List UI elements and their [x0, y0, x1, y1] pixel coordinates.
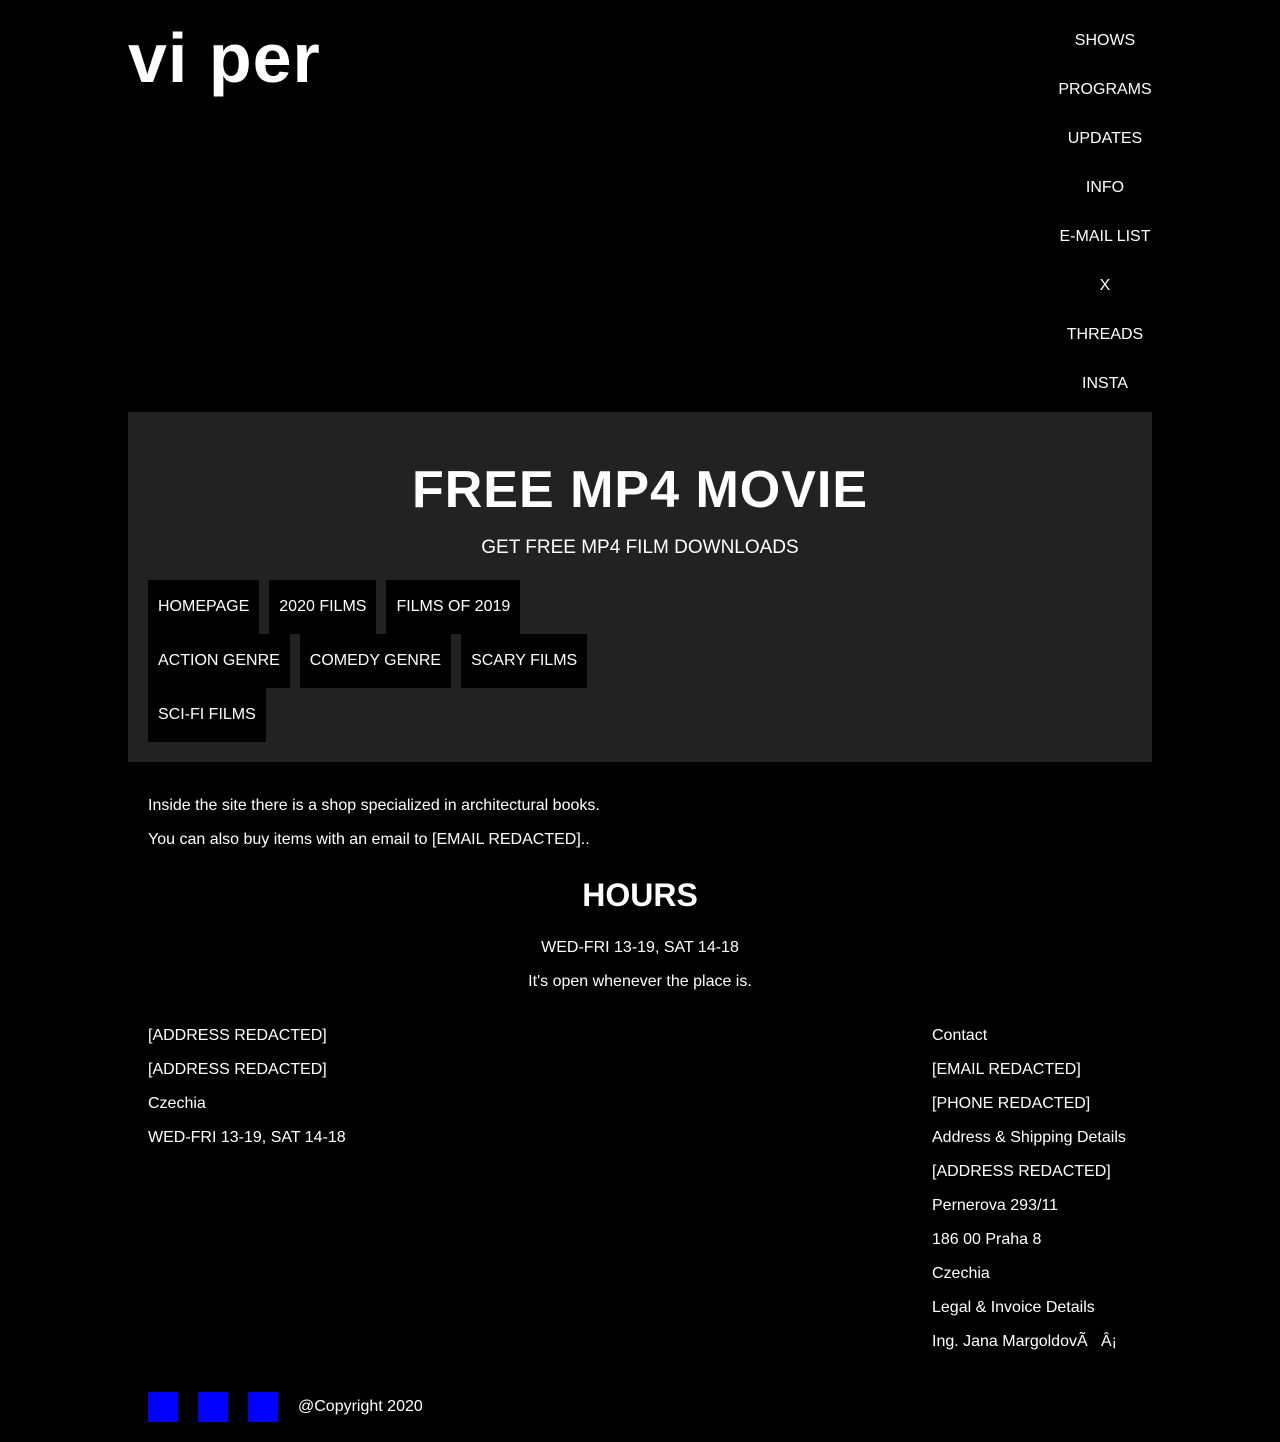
social-icon-2[interactable]	[198, 1392, 228, 1422]
shipping-country: Czechia	[932, 1265, 990, 1282]
contact-email[interactable]: [EMAIL REDACTED]	[932, 1060, 1152, 1094]
category-action-genre[interactable]: ACTION GENRE	[148, 634, 290, 688]
category-comedy-genre[interactable]: COMEDY GENRE	[299, 634, 452, 688]
social-icon-1[interactable]	[148, 1392, 178, 1422]
copyright-text: @Copyright 2020	[298, 1398, 423, 1415]
site-logo[interactable]: vi per	[128, 18, 321, 98]
nav-programs[interactable]: PROGRAMS	[1058, 65, 1152, 114]
nav-info[interactable]: INFO	[1058, 163, 1152, 212]
category-nav-row: ACTION GENRE COMEDY GENRE SCARY FILMS	[148, 634, 1152, 688]
nav-x[interactable]: X	[1058, 261, 1152, 310]
category-2020-films[interactable]: 2020 FILMS	[269, 580, 377, 634]
hours-heading: HOURS	[582, 877, 698, 913]
category-nav-row: HOMEPAGE 2020 FILMS FILMS OF 2019	[148, 580, 1152, 634]
category-nav: HOMEPAGE 2020 FILMS FILMS OF 2019 ACTION…	[148, 580, 1152, 742]
address-country: Czechia	[148, 1095, 206, 1112]
contact-heading: Contact	[932, 1027, 988, 1044]
address-column: [ADDRESS REDACTED] [ADDRESS REDACTED] Cz…	[148, 1026, 548, 1162]
intro-text: Inside the site there is a shop speciali…	[148, 796, 1048, 864]
nav-insta[interactable]: INSTA	[1058, 359, 1152, 408]
hours-note: It's open whenever the place is.	[528, 973, 752, 990]
nav-shows[interactable]: SHOWS	[1058, 16, 1152, 65]
contact-column: Contact [EMAIL REDACTED] [PHONE REDACTED…	[932, 1026, 1152, 1366]
shipping-address-line: [ADDRESS REDACTED]	[932, 1163, 1111, 1180]
footer: @Copyright 2020	[148, 1392, 423, 1422]
legal-heading: Legal & Invoice Details	[932, 1299, 1095, 1316]
contact-phone[interactable]: [PHONE REDACTED]	[932, 1094, 1152, 1128]
nav-email-list[interactable]: E-MAIL LIST	[1058, 212, 1152, 261]
category-homepage[interactable]: HOMEPAGE	[148, 580, 260, 634]
category-sci-fi-films[interactable]: SCI-FI FILMS	[148, 688, 266, 742]
hours-schedule: WED-FRI 13-19, SAT 14-18	[541, 939, 739, 956]
category-nav-row: SCI-FI FILMS	[148, 688, 1152, 742]
address-hours: WED-FRI 13-19, SAT 14-18	[148, 1129, 346, 1146]
address-line: [ADDRESS REDACTED]	[148, 1061, 327, 1078]
shipping-city: 186 00 Praha 8	[932, 1231, 1042, 1248]
legal-name: Ing. Jana MargoldovÃ Â¡	[932, 1333, 1117, 1350]
address-line: [ADDRESS REDACTED]	[148, 1027, 327, 1044]
category-scary-films[interactable]: SCARY FILMS	[461, 634, 588, 688]
intro-line: You can also buy items with an email to …	[148, 831, 590, 848]
hero-subtitle: GET FREE MP4 FILM DOWNLOADS	[481, 537, 799, 558]
nav-updates[interactable]: UPDATES	[1058, 114, 1152, 163]
category-films-of-2019[interactable]: FILMS OF 2019	[386, 580, 521, 634]
shipping-heading: Address & Shipping Details	[932, 1129, 1126, 1146]
top-nav: SHOWS PROGRAMS UPDATES INFO E-MAIL LIST …	[1058, 16, 1152, 408]
nav-threads[interactable]: THREADS	[1058, 310, 1152, 359]
hours-info: WED-FRI 13-19, SAT 14-18 It's open whene…	[128, 938, 1152, 1006]
social-icon-3[interactable]	[248, 1392, 278, 1422]
intro-line: Inside the site there is a shop speciali…	[148, 797, 600, 814]
shipping-street: Pernerova 293/11	[932, 1197, 1059, 1214]
hero-title: FREE MP4 MOVIE	[411, 461, 869, 519]
hero-banner: FREE MP4 MOVIE GET FREE MP4 FILM DOWNLOA…	[128, 412, 1152, 762]
